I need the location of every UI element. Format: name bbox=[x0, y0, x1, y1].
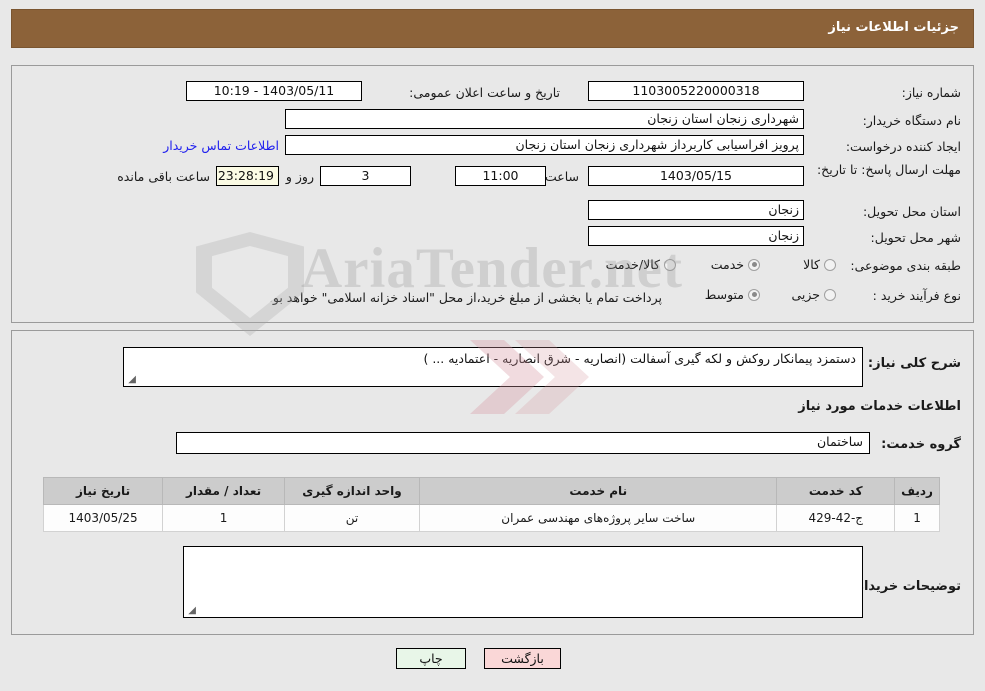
buyer-org-value[interactable]: شهرداری زنجان استان زنجان bbox=[285, 109, 804, 129]
general-desc-label: شرح کلی نیاز: bbox=[867, 356, 961, 371]
service-group-value: ساختمان bbox=[817, 434, 863, 449]
requester-value[interactable]: پرویز افراسیابی کاربرداز شهرداری زنجان ا… bbox=[285, 135, 804, 155]
radio-category-kala-khedmat[interactable]: کالا/خدمت bbox=[606, 257, 676, 272]
radio-label-kala: کالا bbox=[803, 257, 820, 272]
resize-grip-icon[interactable]: ◢ bbox=[126, 375, 136, 385]
page-header: جزئیات اطلاعات نیاز bbox=[11, 9, 974, 48]
cell-service-code: ج-42-429 bbox=[776, 504, 896, 532]
cell-unit: تن bbox=[284, 504, 420, 532]
days-remaining-value[interactable]: 3 bbox=[320, 166, 411, 186]
deadline-label: مهلت ارسال پاسخ: تا تاریخ: bbox=[816, 162, 961, 177]
hour-label: ساعت bbox=[544, 169, 579, 184]
requester-label: ایجاد کننده درخواست: bbox=[845, 139, 961, 154]
need-number-label: شماره نیاز: bbox=[901, 85, 961, 100]
page-root: جزئیات اطلاعات نیاز شماره نیاز: 11030052… bbox=[0, 0, 985, 691]
services-table: ردیف کد خدمت نام خدمت واحد اندازه گیری ت… bbox=[42, 477, 940, 532]
radio-label-khedmat: خدمت bbox=[710, 257, 744, 272]
radio-label-kala-khedmat: کالا/خدمت bbox=[605, 257, 660, 272]
col-unit: واحد اندازه گیری bbox=[284, 477, 420, 505]
announce-datetime-label: تاریخ و ساعت اعلان عمومی: bbox=[409, 85, 560, 100]
need-number-value[interactable]: 1103005220000318 bbox=[588, 81, 804, 101]
announce-datetime-value[interactable]: 1403/05/11 - 10:19 bbox=[186, 81, 362, 101]
col-quantity: تعداد / مقدار bbox=[162, 477, 286, 505]
cell-quantity: 1 bbox=[162, 504, 286, 532]
col-radif: ردیف bbox=[894, 477, 940, 505]
days-label: روز و bbox=[285, 169, 314, 184]
buyer-org-label: نام دستگاه خریدار: bbox=[862, 113, 961, 128]
back-button[interactable]: بازگشت bbox=[484, 648, 561, 669]
time-remaining-value: 23:28:19 bbox=[216, 166, 279, 186]
radio-label-motavaset: متوسط bbox=[704, 287, 744, 302]
deadline-time-value[interactable]: 11:00 bbox=[455, 166, 546, 186]
city-label: شهر محل تحویل: bbox=[870, 230, 961, 245]
radio-category-khedmat[interactable]: خدمت bbox=[711, 257, 760, 272]
radio-indicator-kala[interactable] bbox=[824, 258, 836, 271]
cell-service-name: ساخت سایر پروژه‌های مهندسی عمران bbox=[418, 504, 778, 532]
col-service-name: نام خدمت bbox=[418, 477, 778, 505]
buyer-notes-textarea[interactable]: ◢ bbox=[183, 546, 863, 618]
remaining-suffix-label: ساعت باقی مانده bbox=[117, 169, 210, 184]
radio-indicator-jozei[interactable] bbox=[824, 288, 836, 301]
general-desc-textarea[interactable]: دستمزد پیمانکار روکش و لکه گیری آسفالت (… bbox=[123, 347, 863, 387]
need-info-panel: شماره نیاز: 1103005220000318 تاریخ و ساع… bbox=[11, 65, 974, 323]
service-group-label: گروه خدمت: bbox=[881, 437, 961, 452]
need-details-panel: شرح کلی نیاز: دستمزد پیمانکار روکش و لکه… bbox=[11, 330, 974, 635]
province-value[interactable]: زنجان bbox=[588, 200, 804, 220]
radio-category-kala[interactable]: کالا bbox=[803, 257, 836, 272]
cell-radif: 1 bbox=[894, 504, 940, 532]
radio-indicator-khedmat[interactable] bbox=[748, 258, 760, 271]
table-header-row: ردیف کد خدمت نام خدمت واحد اندازه گیری ت… bbox=[42, 477, 940, 505]
table-row: 1 ج-42-429 ساخت سایر پروژه‌های مهندسی عم… bbox=[42, 504, 940, 532]
radio-process-motavaset[interactable]: متوسط bbox=[705, 287, 760, 302]
city-value[interactable]: زنجان bbox=[588, 226, 804, 246]
col-service-code: کد خدمت bbox=[776, 477, 896, 505]
buyer-notes-label: توضیحات خریدار: bbox=[851, 579, 961, 594]
radio-indicator-motavaset[interactable] bbox=[748, 288, 760, 301]
radio-label-jozei: جزیی bbox=[791, 287, 820, 302]
category-label: طبقه بندی موضوعی: bbox=[850, 258, 961, 273]
process-type-label: نوع فرآیند خرید : bbox=[872, 288, 961, 303]
service-group-value-field[interactable]: ساختمان bbox=[176, 432, 870, 454]
general-desc-value: دستمزد پیمانکار روکش و لکه گیری آسفالت (… bbox=[423, 351, 856, 366]
print-button[interactable]: چاپ bbox=[396, 648, 466, 669]
buyer-contact-link[interactable]: اطلاعات تماس خریدار bbox=[163, 138, 279, 153]
col-need-date: تاریخ نیاز bbox=[42, 477, 164, 505]
radio-process-jozei[interactable]: جزیی bbox=[791, 287, 836, 302]
services-section-title: اطلاعات خدمات مورد نیاز bbox=[798, 399, 961, 414]
radio-indicator-kala-khedmat[interactable] bbox=[664, 258, 676, 271]
resize-grip-icon-notes[interactable]: ◢ bbox=[186, 606, 196, 616]
process-note-text: پرداخت تمام یا بخشی از مبلغ خرید،از محل … bbox=[263, 290, 662, 305]
province-label: استان محل تحویل: bbox=[862, 204, 961, 219]
deadline-date-value[interactable]: 1403/05/15 bbox=[588, 166, 804, 186]
page-title: جزئیات اطلاعات نیاز bbox=[828, 20, 959, 35]
cell-need-date: 1403/05/25 bbox=[42, 504, 164, 532]
